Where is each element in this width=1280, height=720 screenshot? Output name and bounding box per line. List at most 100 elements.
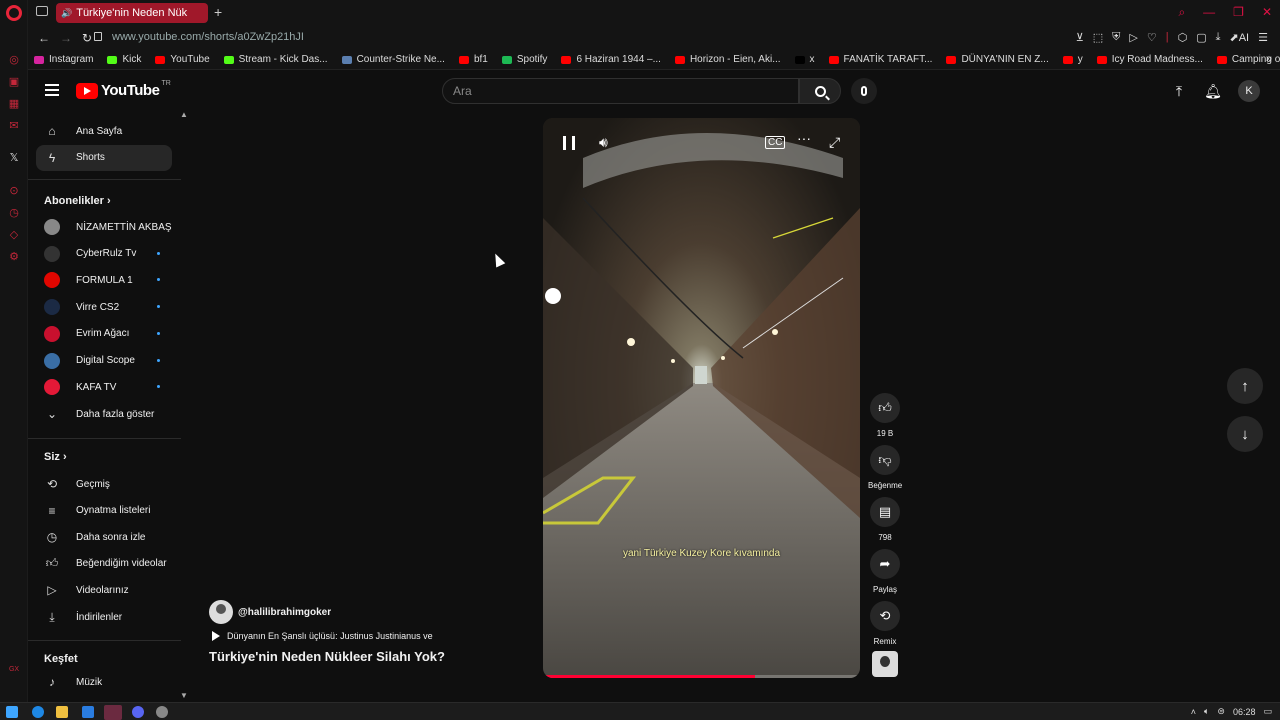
bookmark-6-haziran-1944[interactable]: 6 Haziran 1944 –... (561, 54, 661, 65)
steam-icon[interactable] (156, 706, 168, 718)
captions-icon[interactable]: CC (765, 136, 786, 149)
sidebar-item-ana-sayfa[interactable]: ⌂ Ana Sayfa (36, 118, 172, 144)
aria-icon[interactable]: ◎ (7, 52, 21, 66)
maximize-icon[interactable]: ❐ (1233, 5, 1244, 20)
search-button[interactable] (799, 78, 841, 104)
sidebar-item-shorts[interactable]: ϟ Shorts (36, 144, 172, 171)
tab-menu-icon[interactable] (36, 6, 48, 16)
upload-icon[interactable]: ⤒ (1170, 82, 1188, 100)
clock[interactable]: 06:28 (1233, 707, 1256, 717)
video-progress-bar[interactable] (543, 675, 860, 678)
previous-short-button[interactable]: ↑ (1227, 368, 1263, 404)
pin-icon[interactable]: ⊻ (1076, 31, 1084, 44)
playlist-link[interactable]: Dünyanın En Şanslı üçlüsü: Justinus Just… (209, 631, 539, 641)
sidebar-item-digital-scope[interactable]: Digital Scope (36, 348, 172, 374)
download-icon[interactable]: ⤓ (1216, 31, 1221, 44)
opera-gx-taskbar-icon[interactable] (104, 705, 122, 720)
reload-icon[interactable]: ↻ (82, 31, 94, 45)
bag-icon[interactable]: ▣ (7, 74, 21, 88)
search-tabs-icon[interactable]: ⌕ (1178, 5, 1185, 20)
discord-icon[interactable] (132, 706, 144, 718)
settings-side-icon[interactable]: ⚙ (7, 249, 21, 263)
bookmark-stream-kick-das[interactable]: Stream - Kick Das... (223, 54, 328, 65)
more-options-icon[interactable]: ··· (797, 130, 811, 146)
channel-name[interactable]: @halilibrahimgoker (238, 607, 331, 618)
pause-icon[interactable] (563, 136, 575, 150)
notifications-icon[interactable]: ▭ (1263, 706, 1272, 717)
dislike-button[interactable]: 👎︎ (870, 445, 900, 475)
bookmark-kick[interactable]: Kick (107, 54, 141, 65)
channel-thumbnail[interactable] (872, 651, 898, 677)
bookmark-fanatik-taraft[interactable]: FANATİK TARAFT... (828, 54, 932, 65)
player-icon[interactable]: ⊙ (7, 183, 21, 197)
forward-icon[interactable]: → (60, 31, 72, 45)
x-icon[interactable]: 𝕏 (7, 150, 21, 164)
opera-logo-icon[interactable] (6, 5, 22, 21)
bookmark-x[interactable]: x (794, 54, 815, 65)
snapshot-icon[interactable]: ▢ (1196, 31, 1206, 44)
sidebar-item-oynatma-listeleri[interactable]: ≡ Oynatma listeleri (36, 498, 172, 524)
heart-icon[interactable]: ♡ (1147, 31, 1157, 44)
audio-playing-icon[interactable]: 🔊 (61, 8, 72, 19)
volume-icon[interactable]: 🔊︎ (599, 134, 608, 151)
bookmark-youtube[interactable]: YouTube (155, 54, 210, 65)
bookmarks-more-icon[interactable]: » (1266, 53, 1272, 65)
next-short-button[interactable]: ↓ (1227, 416, 1263, 452)
account-avatar[interactable]: K (1238, 80, 1260, 102)
sidebar-item-cyberrulz-tv[interactable]: CyberRulz Tv (36, 241, 172, 267)
notifications-bell-icon[interactable]: 🔔︎ (1204, 82, 1222, 100)
play-icon[interactable]: ▷ (1129, 31, 1137, 44)
bookmark-horizon-eien-aki[interactable]: Horizon - Eien, Aki... (674, 54, 781, 65)
extensions-side-icon[interactable]: ◇ (7, 227, 21, 241)
sidebar-item-virre-cs2[interactable]: Virre CS2 (36, 294, 172, 320)
sidebar-item-gecmis[interactable]: ⟲ Geçmiş (36, 471, 172, 497)
speaker-icon[interactable]: 🔈︎ (1204, 706, 1209, 717)
edge-icon[interactable] (32, 706, 44, 718)
menu-icon[interactable]: ☰ (1258, 31, 1268, 44)
close-window-icon[interactable]: ✕ (1262, 5, 1272, 20)
extensions-icon[interactable]: ⬡ (1178, 31, 1188, 44)
gx-icon[interactable]: GX (7, 662, 21, 676)
sidebar-item-videolar-n-z[interactable]: ▷ Videolarınız (36, 577, 172, 603)
language-icon[interactable]: ⊜ (1217, 706, 1225, 717)
youtube-logo[interactable]: YouTube TR (76, 80, 171, 99)
share-button[interactable]: ➦ (870, 549, 900, 579)
sidebar-item-begendigim-videolar[interactable]: 👍︎ Beğendiğim videolar (36, 551, 172, 577)
sidebar-scroll-down-icon[interactable]: ▼ (180, 691, 188, 700)
back-icon[interactable]: ← (38, 31, 50, 45)
windows-start-icon[interactable] (6, 706, 18, 718)
file-explorer-icon[interactable] (56, 706, 68, 718)
url-field[interactable]: www.youtube.com/shorts/a0ZwZp21hJI (112, 31, 304, 43)
fullscreen-icon[interactable]: ⤢ (829, 134, 840, 151)
lock-icon[interactable] (94, 32, 102, 41)
bookmark-y[interactable]: y (1062, 54, 1083, 65)
sidebar-item-muzik[interactable]: ♪ Müzik (36, 669, 172, 695)
shield-icon[interactable]: ⛨ (1112, 31, 1120, 44)
messenger-icon[interactable]: ▦ (7, 96, 21, 110)
short-video-player[interactable]: 🔊︎ CC ··· ⤢ yani Türkiye Kuzey Kore kıva… (543, 118, 860, 678)
screenshot-icon[interactable]: ⬚ (1093, 31, 1103, 44)
bookmark-bf1[interactable]: bf1 (458, 54, 488, 65)
you-heading[interactable]: Siz › (44, 451, 67, 463)
sidebar-item-daha-sonra-izle[interactable]: ◷ Daha sonra izle (36, 524, 172, 550)
like-button[interactable]: 👍︎ (870, 393, 900, 423)
tray-chevron-icon[interactable]: ˄ (1191, 707, 1196, 717)
new-tab-button[interactable]: + (214, 4, 222, 20)
history-side-icon[interactable]: ◷ (7, 205, 21, 219)
tab-active[interactable]: 🔊 Türkiye'nin Neden Nük (56, 3, 208, 23)
hamburger-menu-icon[interactable] (45, 84, 59, 96)
search-input[interactable] (443, 79, 783, 103)
voice-search-button[interactable] (851, 78, 877, 104)
short-title[interactable]: Türkiye'nin Neden Nükleer Silahı Yok? (209, 649, 539, 664)
sidebar-item-nizamettin-akbas[interactable]: NİZAMETTİN AKBAŞ (36, 214, 172, 240)
mail-icon[interactable]: ✉ (7, 118, 21, 132)
sidebar-item-indirilenler[interactable]: ⤓ İndirilenler (36, 604, 172, 630)
sidebar-item-formula-1[interactable]: FORMULA 1 (36, 267, 172, 293)
bookmark-dunya-nin-en-z[interactable]: DÜNYA'NIN EN Z... (946, 54, 1049, 65)
bookmark-instagram[interactable]: Instagram (34, 54, 93, 65)
sidebar-scroll-up-icon[interactable]: ▲ (180, 110, 188, 119)
store-icon[interactable] (82, 706, 94, 718)
channel-avatar[interactable] (209, 600, 233, 624)
minimize-icon[interactable]: — (1203, 5, 1215, 20)
bookmark-counter-strike-ne[interactable]: Counter-Strike Ne... (341, 54, 445, 65)
